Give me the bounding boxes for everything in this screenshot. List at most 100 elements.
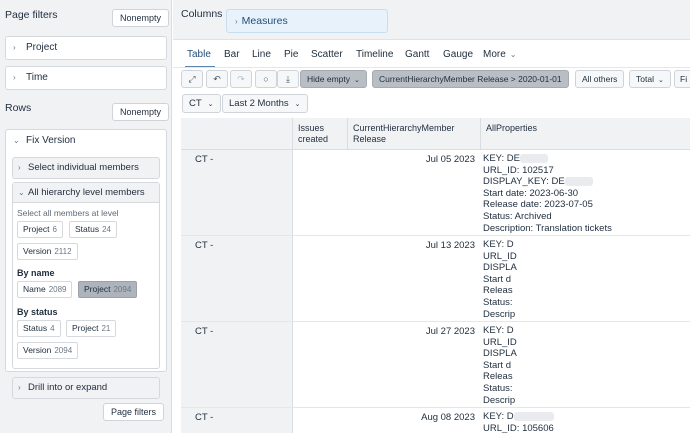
prop-line: KEY: D [483, 325, 514, 336]
prop-line: Descrip [483, 308, 516, 320]
header-issues-created[interactable]: Issues created [293, 118, 348, 150]
level-chip-status[interactable]: Status 24 [69, 221, 118, 238]
measures-chip[interactable]: › Measures [226, 9, 388, 33]
row-member[interactable]: CT - [195, 326, 213, 337]
chip-count: 6 [52, 225, 57, 234]
page-filters-nonempty-button[interactable]: Nonempty [112, 9, 170, 27]
by-status-chip-project[interactable]: Project 21 [66, 320, 117, 337]
prop-line: Start d [483, 273, 511, 285]
all-properties-cell: KEY: D URL_ID DISPLA Start d Releas Stat… [483, 239, 517, 320]
chevron-right-icon: › [18, 383, 21, 392]
chip-count: 21 [101, 324, 111, 333]
total-button[interactable]: Total ⌄ [629, 70, 671, 88]
select-individual-members[interactable]: › Select individual members [12, 157, 160, 179]
period-selector[interactable]: Last 2 Months ⌄ [222, 94, 308, 113]
prop-line: Status: Archived [483, 210, 552, 222]
prop-line: Description: Translation tickets [483, 222, 612, 234]
chip-count: 2094 [54, 346, 73, 355]
chevron-down-icon: ⌄ [657, 77, 664, 84]
tab-bar[interactable]: Bar [224, 49, 240, 60]
filter-time[interactable]: › Time [5, 66, 167, 90]
filter-time-label: Time [26, 72, 48, 83]
row-member[interactable]: CT - [195, 240, 213, 251]
ct-selector-label: CT [189, 98, 202, 109]
all-properties-cell: KEY: D URL_ID: 105606 [483, 411, 554, 433]
hide-empty-button[interactable]: Hide empty ⌄ [300, 70, 367, 88]
prop-line: Releas [483, 285, 513, 297]
prop-line: URL_ID [483, 250, 517, 262]
level-chip-project[interactable]: Project 6 [17, 221, 63, 238]
prop-line: Releas [483, 371, 513, 383]
all-levels-title: All hierarchy level members [28, 187, 145, 198]
filter-project[interactable]: › Project [5, 36, 167, 60]
chevron-down-icon: ⌄ [294, 101, 301, 108]
release-date: Aug 08 2023 [421, 412, 475, 423]
chevron-down-icon: ⌄ [354, 77, 360, 84]
header-release[interactable]: CurrentHierarchyMember Release [348, 118, 481, 150]
redacted [519, 153, 548, 163]
page-filters-button[interactable]: Page filters [103, 403, 165, 421]
cut-off-button[interactable]: Fi [674, 70, 690, 88]
tab-more[interactable]: More ⌄ [483, 49, 517, 60]
redo-icon[interactable]: ↷ [230, 70, 252, 88]
hierarchy-filter-button[interactable]: CurrentHierarchyMember Release > 2020-01… [372, 70, 569, 88]
tab-scatter[interactable]: Scatter [311, 49, 343, 60]
by-name-chip-project[interactable]: Project 2094 [78, 281, 138, 298]
chevron-down-icon: ⌄ [207, 101, 214, 108]
tab-timeline[interactable]: Timeline [356, 49, 393, 60]
tab-line[interactable]: Line [252, 49, 271, 60]
redacted [564, 177, 593, 187]
fix-version-header[interactable]: ⌄ Fix Version [6, 130, 166, 152]
page-filters-title: Page filters [5, 9, 58, 21]
chip-count: 2112 [54, 247, 72, 256]
chevron-down-icon: ⌄ [18, 188, 25, 197]
chip-name: Version [23, 345, 52, 355]
header-corner [181, 118, 293, 150]
prop-line: Status: [483, 296, 513, 308]
by-name-label: By name [17, 268, 55, 278]
left-panel: Page filters Nonempty › Project › Time Row… [0, 0, 172, 433]
row-member[interactable]: CT - [195, 154, 213, 165]
tab-gantt[interactable]: Gantt [405, 49, 429, 60]
download-icon[interactable]: ⤓ [277, 70, 299, 88]
header-all-properties[interactable]: AllProperties [481, 118, 690, 150]
chevron-right-icon: › [13, 43, 16, 52]
level-chip-version[interactable]: Version 2112 [17, 243, 78, 260]
columns-bar: Columns › Measures [173, 0, 690, 40]
chevron-down-icon: ⌄ [13, 136, 20, 145]
prop-line: KEY: D [483, 239, 514, 250]
undo-icon[interactable]: ↶ [206, 70, 228, 88]
chip-name: Version [23, 246, 52, 256]
tab-gauge[interactable]: Gauge [443, 49, 473, 60]
chevron-right-icon: › [235, 17, 238, 26]
comment-icon[interactable]: ○ [255, 70, 277, 88]
drill-into-or-expand[interactable]: › Drill into or expand [12, 377, 160, 399]
prop-line: DISPLA [483, 348, 517, 360]
prop-line: KEY: D [483, 411, 514, 422]
chip-name: Name [23, 284, 46, 294]
prop-line: DISPLA [483, 262, 517, 274]
fullscreen-icon[interactable]: ⤢ [181, 70, 203, 88]
prop-line: Start date: 2023-06-30 [483, 187, 579, 199]
columns-title: Columns [181, 8, 223, 20]
tabs-divider [173, 67, 690, 68]
chip-name: Project [84, 284, 111, 294]
by-status-chip-version[interactable]: Version 2094 [17, 342, 79, 359]
tab-table[interactable]: Table [187, 49, 211, 60]
by-name-chip-name[interactable]: Name 2089 [17, 281, 73, 298]
rows-nonempty-button[interactable]: Nonempty [112, 103, 170, 121]
tab-pie[interactable]: Pie [284, 49, 298, 60]
chip-count: 24 [102, 225, 112, 234]
row-member[interactable]: CT - [195, 412, 213, 423]
all-others-button[interactable]: All others [575, 70, 625, 88]
ct-selector[interactable]: CT ⌄ [182, 94, 221, 113]
chevron-right-icon: › [13, 73, 16, 82]
filter-project-label: Project [26, 42, 58, 53]
prop-line: DISPLAY_KEY: DE [483, 176, 565, 188]
release-date: Jul 05 2023 [425, 154, 475, 165]
chip-count: 4 [50, 324, 55, 333]
chip-name: Project [23, 224, 50, 234]
by-status-chip-status[interactable]: Status 4 [17, 320, 61, 337]
all-levels-header[interactable]: ⌄ All hierarchy level members [13, 183, 159, 203]
chip-count: 2089 [48, 285, 67, 294]
